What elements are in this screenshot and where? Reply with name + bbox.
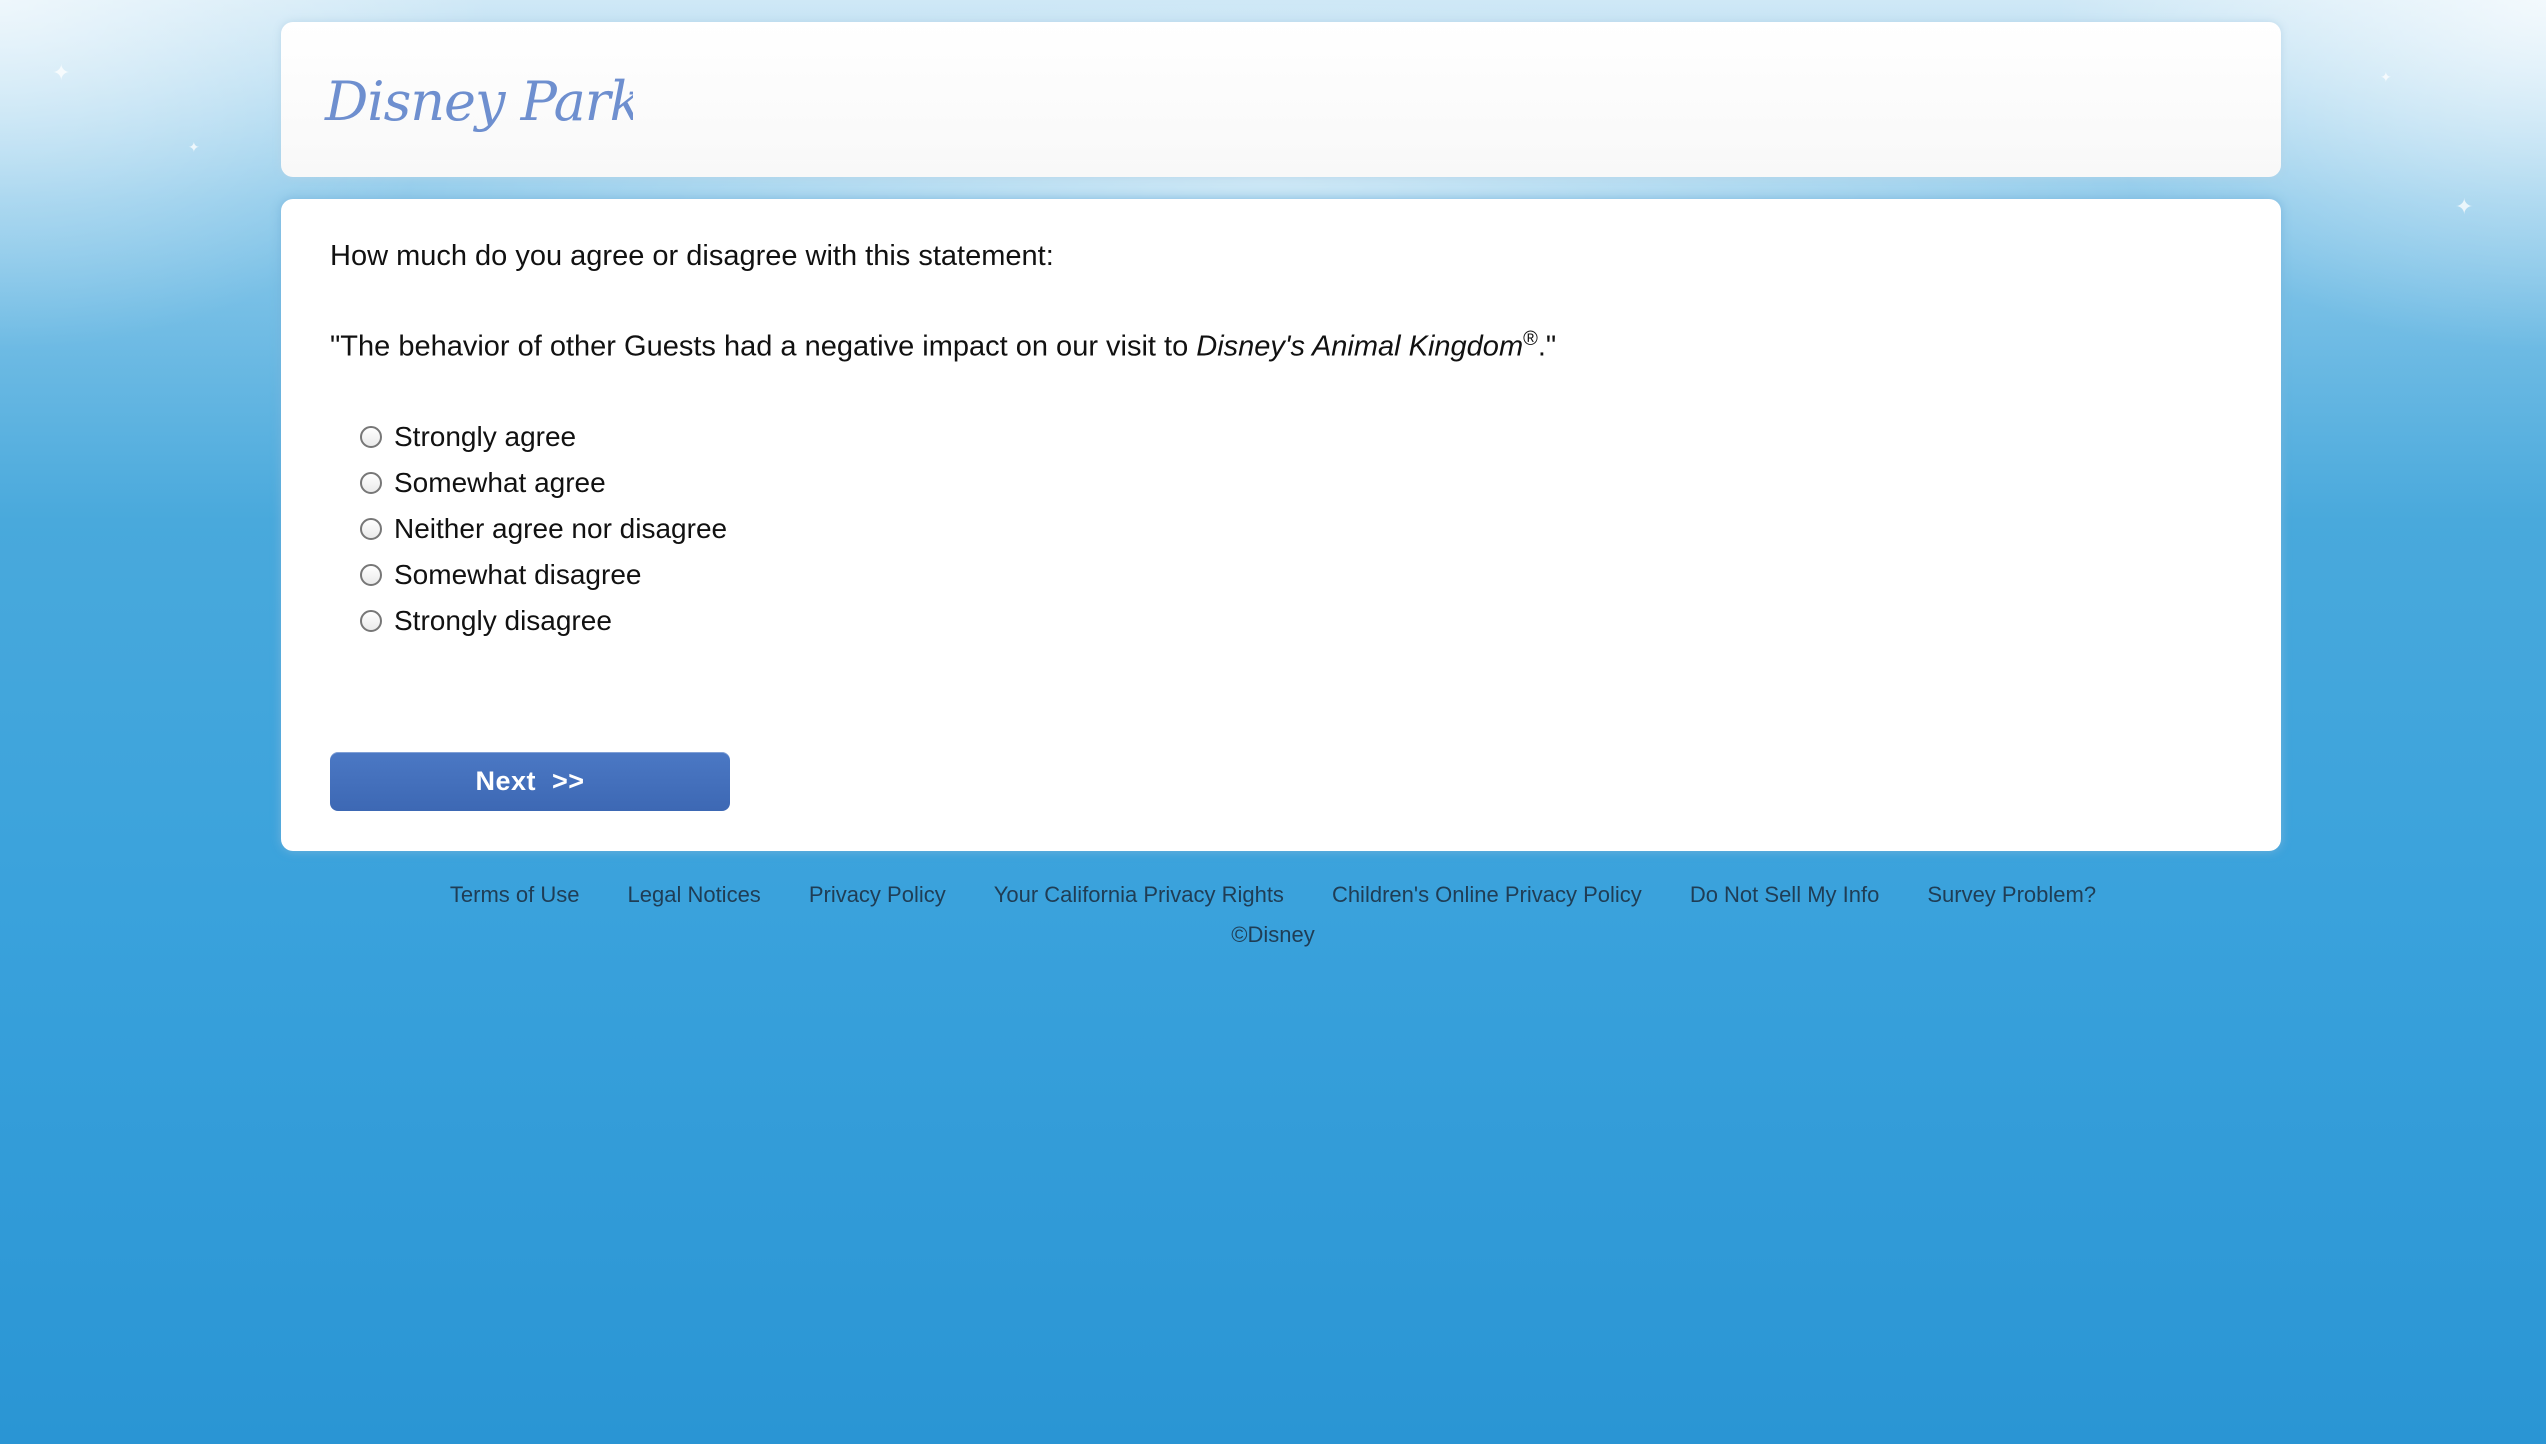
option-strongly-agree[interactable]: Strongly agree <box>360 414 727 460</box>
registered-mark: ® <box>1523 328 1538 350</box>
park-name: Disney's Animal Kingdom <box>1196 330 1524 363</box>
radio-button[interactable] <box>360 610 382 632</box>
footer-link-california[interactable]: Your California Privacy Rights <box>970 882 1308 908</box>
option-neither[interactable]: Neither agree nor disagree <box>360 506 727 552</box>
option-label: Strongly agree <box>394 421 577 452</box>
footer-link-children[interactable]: Children's Online Privacy Policy <box>1308 882 1666 908</box>
copyright-text: ©Disney <box>1231 922 1315 947</box>
statement-suffix: ." <box>1537 330 1557 363</box>
option-label: Strongly disagree <box>394 605 612 636</box>
footer-link-privacy[interactable]: Privacy Policy <box>785 882 970 908</box>
option-somewhat-agree[interactable]: Somewhat agree <box>360 460 727 506</box>
radio-button[interactable] <box>360 426 382 448</box>
sparkle-decoration: ✦ <box>52 60 71 85</box>
svg-text:Disney Parks: Disney Parks <box>324 70 633 133</box>
statement-text: "The behavior of other Guests had a nega… <box>330 328 1556 364</box>
sparkle-decoration: ✦ <box>2380 69 2392 85</box>
option-label: Somewhat agree <box>394 467 606 498</box>
footer-link-do-not-sell[interactable]: Do Not Sell My Info <box>1666 882 1904 908</box>
option-strongly-disagree[interactable]: Strongly disagree <box>360 598 727 644</box>
answer-options: Strongly agree Somewhat agree Neither ag… <box>360 414 727 644</box>
option-label: Neither agree nor disagree <box>394 513 728 544</box>
question-text: How much do you agree or disagree with t… <box>330 240 1054 272</box>
option-label: Somewhat disagree <box>394 559 642 590</box>
disney-parks-logo: Disney Parks <box>324 70 633 133</box>
footer-link-terms[interactable]: Terms of Use <box>426 882 604 908</box>
footer-link-survey-problem[interactable]: Survey Problem? <box>1903 882 2120 908</box>
radio-button[interactable] <box>360 518 382 540</box>
sparkle-decoration: ✦ <box>188 139 200 155</box>
statement-prefix: "The behavior of other Guests had a nega… <box>330 330 1197 363</box>
footer-link-legal[interactable]: Legal Notices <box>604 882 785 908</box>
radio-button[interactable] <box>360 472 382 494</box>
option-somewhat-disagree[interactable]: Somewhat disagree <box>360 552 727 598</box>
radio-button[interactable] <box>360 564 382 586</box>
sparkle-decoration: ✦ <box>2455 194 2474 219</box>
next-button[interactable]: Next >> <box>330 752 730 811</box>
footer-links: Terms of Use Legal Notices Privacy Polic… <box>0 882 2546 908</box>
